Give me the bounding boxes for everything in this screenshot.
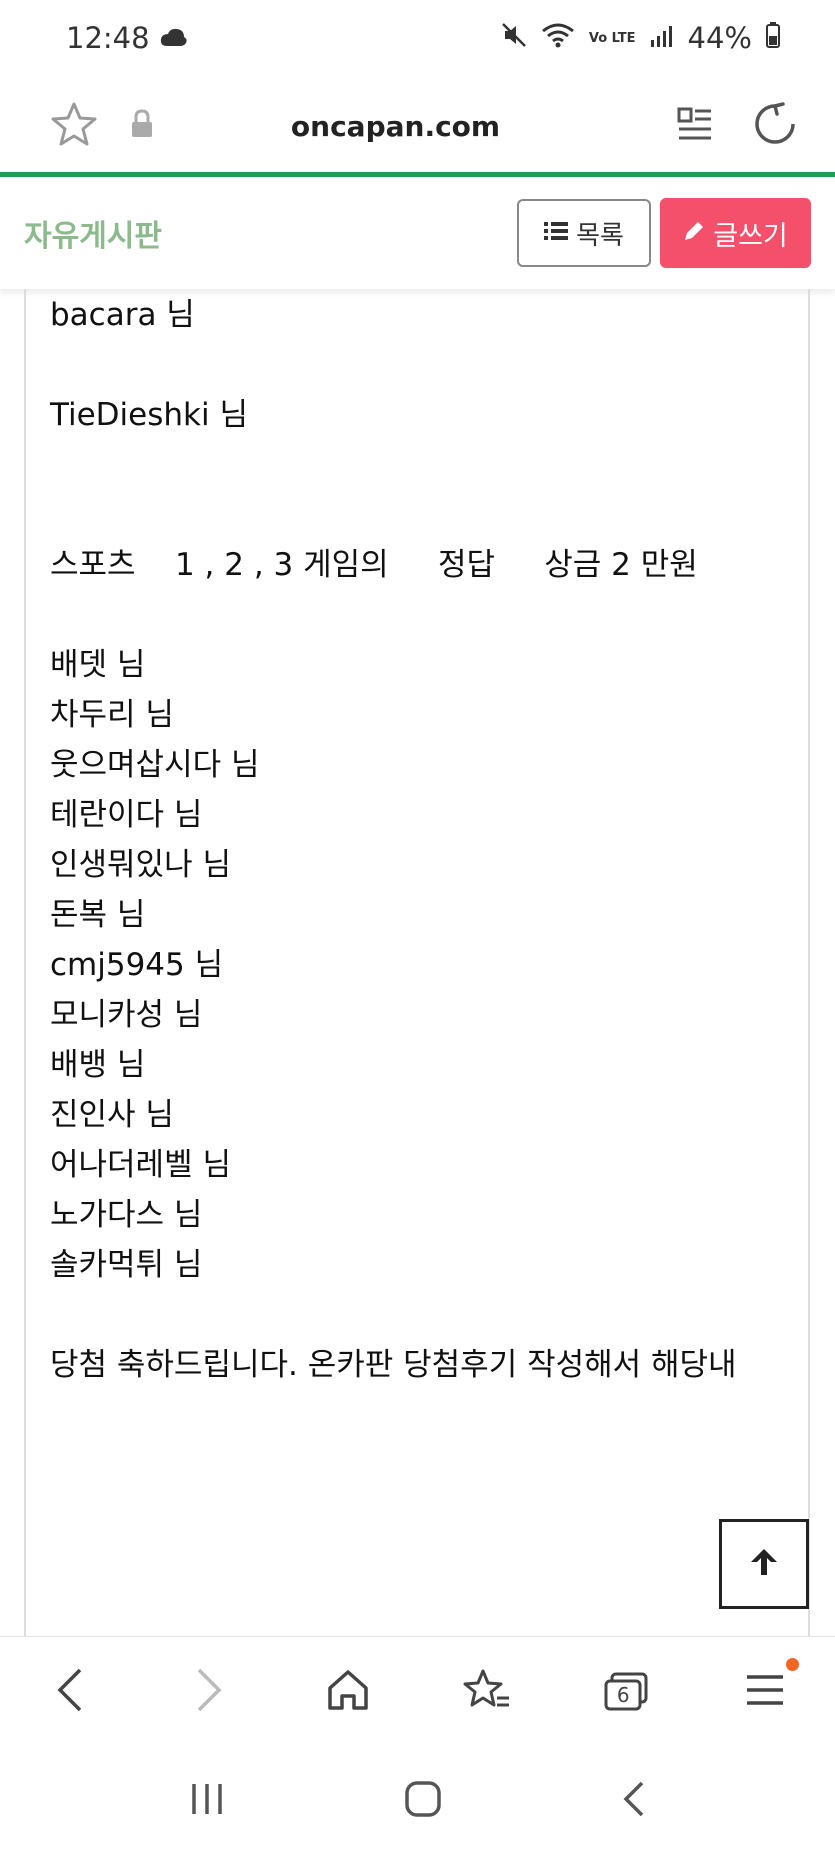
status-time: 12:48: [66, 21, 150, 55]
scroll-top-button[interactable]: [719, 1519, 809, 1609]
mute-icon: [501, 21, 527, 55]
winner-line: cmj5945 님: [50, 947, 224, 983]
tabs-button[interactable]: 6: [586, 1652, 666, 1732]
list-button[interactable]: 목록: [517, 199, 651, 267]
pencil-icon: [683, 218, 705, 249]
board-title[interactable]: 자유게시판: [24, 211, 517, 255]
recent-apps-icon[interactable]: [190, 1782, 224, 1820]
winner-line: TieDieshki 님: [50, 397, 248, 433]
bookmarks-button[interactable]: [447, 1652, 527, 1732]
write-button-label: 글쓰기: [713, 220, 788, 252]
system-nav-bar: [0, 1746, 835, 1856]
tab-count: 6: [616, 1683, 630, 1707]
winner-line: bacara 님: [50, 297, 195, 333]
arrow-up-icon: [747, 1545, 781, 1583]
chevron-left-icon: [56, 1667, 84, 1717]
winner-line: 차두리 님: [50, 697, 174, 733]
browser-bottom-nav: 6: [0, 1636, 835, 1747]
back-button[interactable]: [30, 1652, 110, 1732]
chevron-right-icon: [195, 1667, 223, 1717]
wifi-icon: [541, 21, 575, 55]
notification-dot: [786, 1658, 800, 1671]
battery-icon: [766, 21, 780, 55]
winner-line: 모니카성 님: [50, 997, 203, 1033]
signal-icon: [650, 21, 674, 55]
winner-line: 배뱅 님: [50, 1047, 146, 1083]
tabs-icon: 6: [603, 1672, 649, 1712]
browser-toolbar: oncapan.com: [0, 76, 835, 176]
prize-heading: 스포츠 1 , 2 , 3 게임의 정답 상금 2 만원: [50, 547, 698, 583]
write-button[interactable]: 글쓰기: [660, 198, 811, 268]
winner-line: 돈복 님: [50, 897, 146, 933]
winner-line: 인생뭐있나 님: [50, 847, 231, 883]
winner-line: 테란이다 님: [50, 797, 203, 833]
congrats-text: 당첨 축하드립니다. 온카판 당첨후기 작성해서 해당내: [50, 1347, 737, 1383]
winner-line: 솔카먹튀 님: [50, 1247, 203, 1283]
bookmark-star-icon[interactable]: [50, 101, 98, 151]
home-nav-icon[interactable]: [404, 1780, 442, 1822]
board-header: 자유게시판 목록 글쓰기: [0, 177, 835, 289]
star-list-icon: [463, 1668, 511, 1716]
battery-level: 44%: [687, 21, 752, 55]
menu-button[interactable]: [725, 1652, 805, 1732]
status-bar: 12:48 Vo LTE 44%: [0, 0, 835, 76]
winner-line: 웃으며삽시다 님: [50, 747, 260, 783]
home-button[interactable]: [308, 1652, 388, 1732]
post-content: bacara 님 TieDieshki 님 스포츠 1 , 2 , 3 게임의 …: [24, 289, 810, 1636]
winner-line: 진인사 님: [50, 1097, 174, 1133]
reader-mode-icon[interactable]: [677, 106, 713, 146]
hamburger-menu-icon: [745, 1673, 785, 1711]
reload-icon[interactable]: [753, 102, 797, 150]
list-icon: [544, 218, 569, 248]
list-button-label: 목록: [576, 220, 624, 251]
home-icon: [326, 1668, 370, 1716]
back-nav-icon[interactable]: [623, 1781, 645, 1821]
volte-label: Vo LTE: [588, 30, 636, 46]
winner-line: 배뎃 님: [50, 647, 146, 683]
cloud-icon: [160, 21, 188, 55]
forward-button[interactable]: [169, 1652, 249, 1732]
winner-line: 노가다스 님: [50, 1197, 203, 1233]
url-address[interactable]: oncapan.com: [114, 110, 677, 143]
winner-line: 어나더레벨 님: [50, 1147, 231, 1183]
